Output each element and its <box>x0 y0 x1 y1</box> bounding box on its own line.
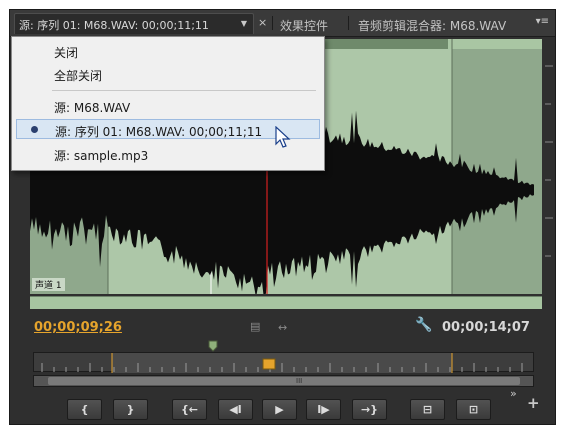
time-ruler-graphic <box>41 353 523 373</box>
step-back-button[interactable]: ◀I <box>218 399 253 420</box>
menu-item-source-m68[interactable]: 源: M68.WAV <box>12 96 324 116</box>
menu-item-label: 源: M68.WAV <box>54 101 131 115</box>
close-tab-icon[interactable]: × <box>258 16 267 29</box>
more-controls-icon[interactable]: » <box>510 387 517 400</box>
overwrite-button[interactable]: ⊡ <box>456 399 491 420</box>
duration-timecode: 00;00;14;07 <box>442 320 530 335</box>
clip-bar <box>30 296 542 309</box>
wrench-icon[interactable]: 🔧 <box>415 317 432 333</box>
add-button-icon[interactable]: + <box>527 394 540 412</box>
source-dropdown-menu: 关闭 全部关闭 源: M68.WAV 源: 序列 01: M68.WAV: 00… <box>11 36 325 171</box>
transport-controls: { } {← ◀I ▶ I▶ →} ⊟ ⊡ <box>10 399 557 421</box>
panel-tab-bar: 源: 序列 01: M68.WAV: 00;00;11;11 ▼ × 效果控件 … <box>10 10 555 37</box>
go-to-in-button[interactable]: {← <box>172 399 207 420</box>
in-point-marker-icon[interactable] <box>208 340 218 352</box>
scrollbar-grip-icon: III <box>296 377 303 385</box>
tab-divider <box>348 16 349 30</box>
selected-radio-icon <box>31 126 38 133</box>
drag-audio-icon[interactable]: ↔ <box>278 321 287 334</box>
play-button[interactable]: ▶ <box>262 399 297 420</box>
tab-effect-controls[interactable]: 效果控件 <box>280 17 328 34</box>
tab-divider <box>272 16 273 30</box>
menu-item-label: 源: 序列 01: M68.WAV: 00;00;11;11 <box>55 125 263 139</box>
menu-item-close[interactable]: 关闭 <box>12 41 324 61</box>
tab-source-label: 源: 序列 01: M68.WAV: 00;00;11;11 <box>19 19 209 32</box>
panel-menu-icon[interactable]: ▾≡ <box>536 16 549 27</box>
mark-out-button[interactable]: } <box>113 399 148 420</box>
menu-item-close-all[interactable]: 全部关闭 <box>12 64 324 84</box>
menu-item-label: 源: sample.mp3 <box>54 149 149 163</box>
zoom-scrollbar[interactable]: III <box>33 375 534 387</box>
go-to-out-button[interactable]: →} <box>352 399 387 420</box>
mouse-pointer-icon <box>275 126 291 148</box>
menu-separator <box>52 90 316 91</box>
insert-button[interactable]: ⊟ <box>410 399 445 420</box>
safe-margins-icon[interactable]: ▤ <box>250 320 260 333</box>
tab-source-dropdown-icon[interactable]: ▼ <box>237 18 251 30</box>
current-timecode[interactable]: 00;00;09;26 <box>34 320 122 335</box>
menu-item-label: 全部关闭 <box>54 69 103 83</box>
tab-audio-clip-mixer[interactable]: 音频剪辑混合器: M68.WAV <box>358 17 506 34</box>
channel-label: 声道 1 <box>32 278 65 291</box>
level-ruler <box>545 65 553 257</box>
tab-source[interactable]: 源: 序列 01: M68.WAV: 00;00;11;11 ▼ <box>14 13 254 34</box>
menu-item-label: 关闭 <box>54 46 79 60</box>
time-ruler[interactable] <box>33 352 534 373</box>
scrollbar-thumb[interactable]: III <box>48 377 520 385</box>
step-forward-button[interactable]: I▶ <box>306 399 341 420</box>
mark-in-button[interactable]: { <box>67 399 102 420</box>
